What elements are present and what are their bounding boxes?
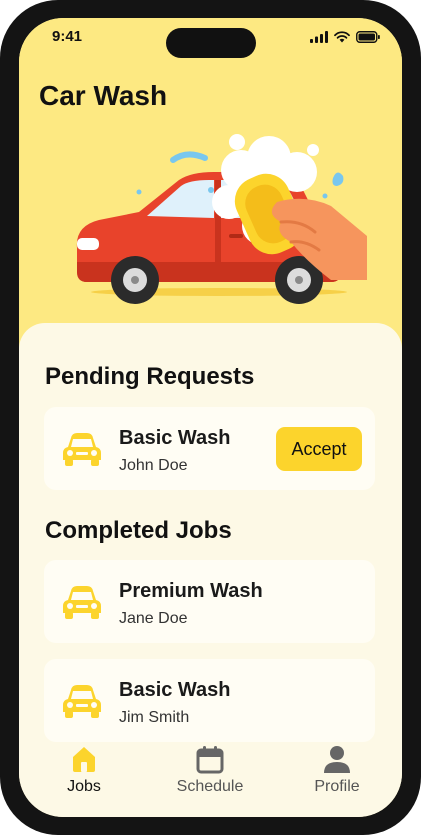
job-service: Basic Wash — [119, 679, 231, 701]
signal-icon — [310, 31, 328, 43]
completed-jobs-title: Completed Jobs — [45, 517, 232, 544]
status-icons — [310, 30, 380, 44]
app-title: Car Wash — [39, 80, 168, 111]
status-time: 9:41 — [52, 28, 83, 45]
battery-icon — [356, 31, 380, 43]
home-icon — [73, 747, 95, 772]
tab-profile[interactable]: Profile — [282, 744, 392, 804]
person-icon — [324, 746, 350, 773]
phone-frame: 9:41 Car Wash Pending Requests Basic Was… — [0, 0, 421, 835]
pending-request-card[interactable]: Basic Wash John Doe Accept — [44, 407, 375, 490]
dynamic-island — [166, 28, 256, 58]
car-icon — [63, 685, 101, 718]
tab-label: Jobs — [67, 778, 101, 795]
job-customer: Jim Smith — [119, 709, 190, 726]
job-service: Basic Wash — [119, 427, 231, 449]
tab-label: Schedule — [176, 778, 244, 795]
calendar-icon — [196, 746, 224, 774]
status-bar: 9:41 — [19, 18, 402, 58]
tab-jobs[interactable]: Jobs — [29, 744, 139, 804]
car-wash-illustration — [76, 134, 367, 304]
hero-banner: 9:41 Car Wash — [19, 18, 402, 348]
car-icon — [63, 586, 101, 619]
tab-schedule[interactable]: Schedule — [155, 744, 265, 804]
job-customer: Jane Doe — [119, 610, 188, 627]
job-customer: John Doe — [119, 457, 188, 474]
tab-label: Profile — [314, 778, 360, 795]
pending-requests-title: Pending Requests — [45, 363, 255, 390]
app-screen: 9:41 Car Wash Pending Requests Basic Was… — [19, 18, 402, 817]
car-icon — [63, 433, 101, 466]
accept-button[interactable]: Accept — [276, 427, 362, 471]
job-service: Premium Wash — [119, 580, 263, 602]
completed-job-card[interactable]: Basic Wash Jim Smith — [44, 659, 375, 742]
tab-bar: Jobs Schedule Profile — [19, 738, 402, 817]
completed-job-card[interactable]: Premium Wash Jane Doe — [44, 560, 375, 643]
wifi-icon — [334, 31, 350, 43]
